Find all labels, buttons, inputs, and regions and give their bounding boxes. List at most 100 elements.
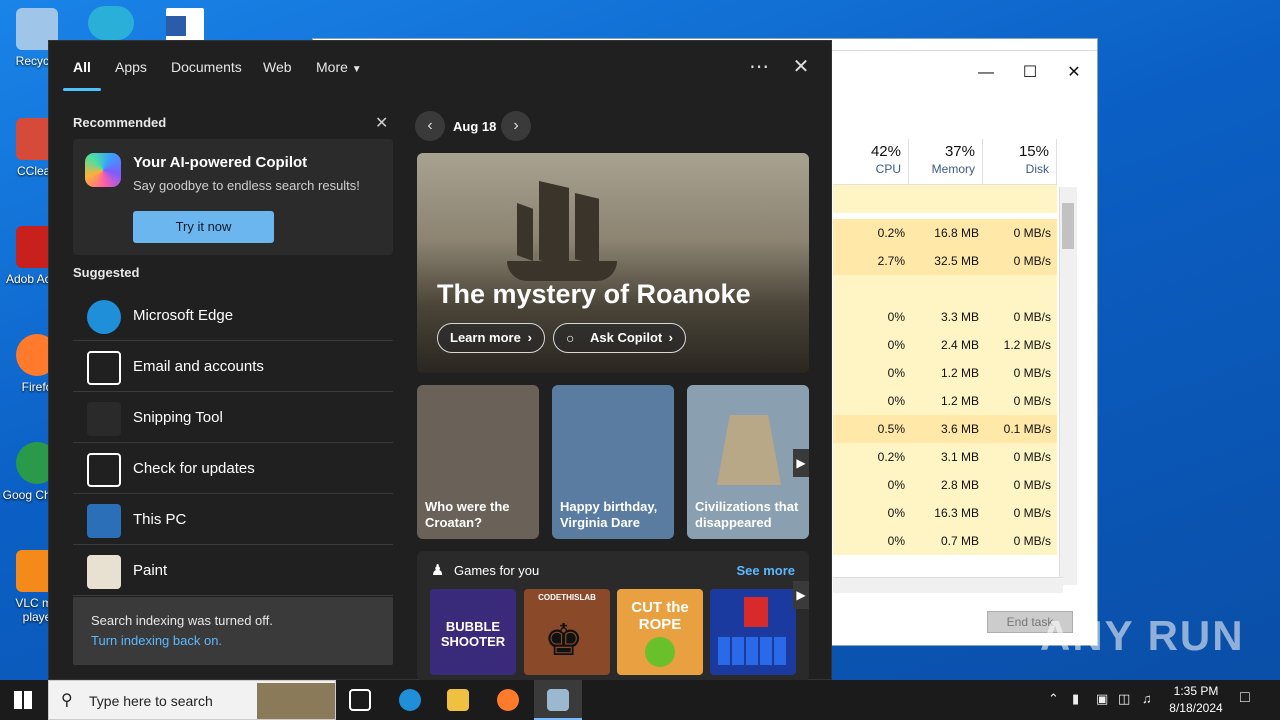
turn-indexing-on-link[interactable]: Turn indexing back on.: [91, 633, 222, 648]
taskbar-search-box[interactable]: ⚲ Type here to search: [48, 680, 336, 720]
taskbar-edge[interactable]: [386, 680, 434, 720]
minimize-button[interactable]: —: [963, 53, 1009, 93]
chat-bubble-icon: ○: [566, 330, 575, 346]
next-day-button[interactable]: ›: [501, 111, 531, 141]
tab-documents[interactable]: Documents: [171, 59, 242, 75]
tab-all[interactable]: All: [73, 59, 91, 75]
taskbar-firefox[interactable]: [484, 680, 532, 720]
game-cut-the-rope[interactable]: CUT the ROPE: [617, 589, 703, 675]
thumb-civilizations[interactable]: Civilizations that disappeared: [687, 385, 809, 539]
search-highlight-image: [257, 683, 335, 719]
thumb-croatan[interactable]: Who were the Croatan?: [417, 385, 539, 539]
disk-column-header[interactable]: 15% Disk: [983, 139, 1057, 185]
taskbar-task-manager[interactable]: [534, 680, 582, 720]
ship-sail-shape: [539, 181, 569, 267]
game-blocks[interactable]: [710, 589, 796, 675]
suggested-item[interactable]: Paint: [73, 546, 393, 596]
table-row[interactable]: 2.7% 32.5 MB 0 MB/s: [833, 247, 1057, 275]
games-next-icon[interactable]: ▶: [793, 581, 809, 609]
suggested-item[interactable]: Check for updates: [73, 444, 393, 494]
date-label: Aug 18: [453, 119, 497, 134]
table-row[interactable]: 0% 2.4 MB 1.2 MB/s: [833, 331, 1057, 359]
ship-sail-shape: [575, 193, 599, 265]
table-row[interactable]: 0.2% 3.1 MB 0 MB/s: [833, 443, 1057, 471]
thumb-virginia-dare[interactable]: Happy birthday, Virginia Dare: [552, 385, 674, 539]
cpu-column-header[interactable]: 42% CPU: [833, 139, 909, 185]
suggested-item[interactable]: Snipping Tool: [73, 393, 393, 443]
table-row[interactable]: 0% 0.7 MB 0 MB/s: [833, 527, 1057, 555]
task-view-button[interactable]: [336, 680, 384, 720]
close-icon[interactable]: ✕: [789, 55, 813, 79]
previous-day-button[interactable]: ‹: [415, 111, 445, 141]
see-more-link[interactable]: See more: [736, 563, 795, 578]
cpu-cell: 0%: [887, 478, 905, 492]
edge-desktop-icon[interactable]: [88, 6, 134, 40]
mem-cell: 16.8 MB: [934, 226, 979, 240]
learn-more-button[interactable]: Learn more ›: [437, 323, 545, 353]
tab-apps[interactable]: Apps: [115, 59, 147, 75]
table-row[interactable]: [833, 185, 1057, 213]
table-row[interactable]: 0% 3.3 MB 0 MB/s: [833, 303, 1057, 331]
cpu-cell: 2.7%: [877, 254, 905, 268]
cpu-cell: 0.2%: [877, 450, 905, 464]
vertical-scrollbar[interactable]: [1059, 187, 1077, 585]
cpu-cell: 0%: [887, 338, 905, 352]
volume-icon[interactable]: ♫: [1142, 691, 1152, 706]
suggested-item[interactable]: Email and accounts: [73, 342, 393, 392]
ask-copilot-button[interactable]: ○ Ask Copilot ›: [553, 323, 686, 353]
table-row[interactable]: 0.5% 3.6 MB 0.1 MB/s: [833, 415, 1057, 443]
suggested-item-label: Email and accounts: [133, 358, 264, 375]
notification-icon[interactable]: □: [1240, 689, 1250, 707]
table-row[interactable]: [833, 275, 1057, 303]
game-bubble-shooter[interactable]: BUBBLE SHOOTER: [430, 589, 516, 675]
chess-piece-icon: ♟: [431, 562, 445, 579]
pyramid-shape: [717, 415, 781, 485]
try-it-now-button[interactable]: Try it now: [133, 211, 274, 243]
battery-icon[interactable]: ▮: [1072, 691, 1079, 707]
suggested-item-label: Snipping Tool: [133, 409, 223, 426]
scrollbar-thumb[interactable]: [1062, 203, 1074, 249]
disk-cell: 0 MB/s: [1013, 450, 1051, 464]
carousel-next-icon[interactable]: ▶: [793, 449, 809, 477]
chevron-right-icon: ›: [668, 330, 673, 345]
memory-column-header[interactable]: 37% Memory: [909, 139, 983, 185]
disk-cell: 0 MB/s: [1013, 226, 1051, 240]
device-icon[interactable]: ▣: [1096, 691, 1108, 707]
cpu-cell: 0.5%: [877, 422, 905, 436]
maximize-button[interactable]: ☐: [1007, 53, 1053, 93]
suggested-item[interactable]: Microsoft Edge: [73, 291, 393, 341]
computer-icon: [87, 504, 121, 538]
dismiss-recommended-icon[interactable]: ✕: [375, 113, 388, 133]
palette-icon: [87, 555, 121, 589]
windows-start-icon[interactable]: [14, 691, 32, 709]
taskbar-file-explorer[interactable]: [434, 680, 482, 720]
search-tabs: All Apps Documents Web More ▼ ⋯ ✕: [49, 41, 831, 93]
close-button[interactable]: ✕: [1051, 53, 1097, 93]
clock[interactable]: 1:35 PM 8/18/2024: [1164, 683, 1228, 717]
hero-card[interactable]: The mystery of Roanoke Learn more › ○ As…: [417, 153, 809, 373]
table-row[interactable]: 0.2% 16.8 MB 0 MB/s: [833, 219, 1057, 247]
disk-cell: 0 MB/s: [1013, 534, 1051, 548]
horizontal-scrollbar[interactable]: [833, 577, 1063, 593]
table-row[interactable]: 0% 1.2 MB 0 MB/s: [833, 359, 1057, 387]
tab-web[interactable]: Web: [263, 59, 292, 75]
cpu-cell: 0%: [887, 310, 905, 324]
tab-more[interactable]: More ▼: [316, 59, 362, 75]
task-view-icon: [349, 689, 371, 711]
disk-cell: 0 MB/s: [1013, 366, 1051, 380]
table-row[interactable]: 0% 16.3 MB 0 MB/s: [833, 499, 1057, 527]
mem-cell: 3.1 MB: [940, 450, 979, 464]
word-document-icon[interactable]: [166, 8, 204, 42]
block-rows-shape: [718, 637, 788, 665]
table-row[interactable]: 0% 2.8 MB 0 MB/s: [833, 471, 1057, 499]
folder-icon: [447, 689, 469, 711]
suggested-item[interactable]: This PC: [73, 495, 393, 545]
more-options-icon[interactable]: ⋯: [747, 55, 771, 79]
game-chess[interactable]: CODETHISLAB ♚: [524, 589, 610, 675]
cpu-cell: 0%: [887, 506, 905, 520]
disk-cell: 0 MB/s: [1013, 394, 1051, 408]
chevron-up-icon[interactable]: ⌃: [1048, 691, 1059, 707]
network-icon[interactable]: ◫: [1118, 691, 1130, 707]
table-row[interactable]: 0% 1.2 MB 0 MB/s: [833, 387, 1057, 415]
watermark: ANY RUN: [1040, 612, 1245, 659]
